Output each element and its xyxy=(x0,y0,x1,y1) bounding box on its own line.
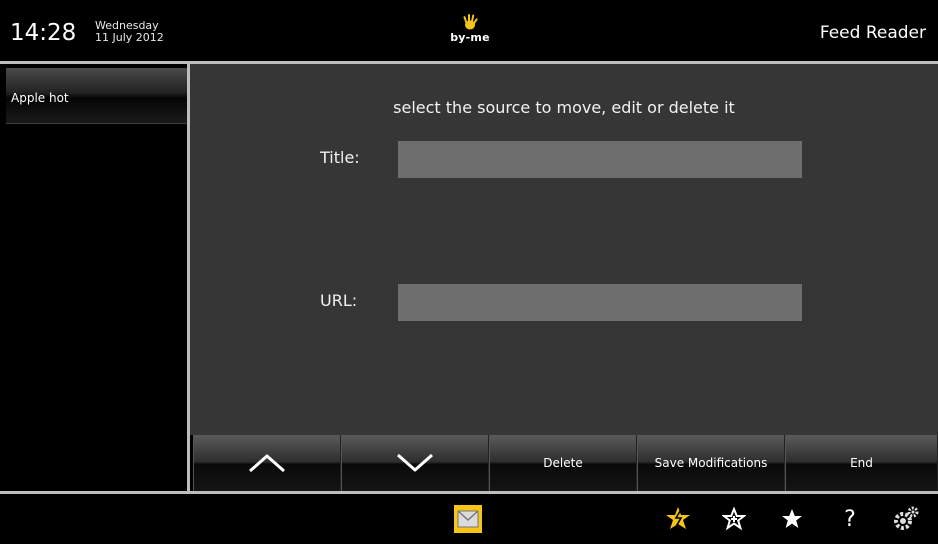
clock-date: Wednesday 11 July 2012 xyxy=(95,20,164,44)
settings-gears-icon[interactable] xyxy=(890,503,922,535)
source-list: Apple hot xyxy=(0,64,190,491)
chevron-up-icon xyxy=(249,454,285,473)
source-item-label: Apple hot xyxy=(11,91,69,105)
url-input[interactable] xyxy=(398,284,802,321)
star-lightning-icon[interactable] xyxy=(662,503,694,535)
clock-time: 14:28 xyxy=(10,20,77,46)
end-button[interactable]: End xyxy=(785,435,938,491)
star-outline-glyph xyxy=(722,507,746,531)
source-list-item[interactable]: Apple hot xyxy=(6,68,187,124)
help-icon[interactable]: ? xyxy=(834,503,866,535)
title-input[interactable] xyxy=(398,141,802,178)
help-glyph: ? xyxy=(844,506,856,532)
title-label: Title: xyxy=(320,148,360,167)
star-outline-icon[interactable] xyxy=(718,503,750,535)
top-bar: 14:28 Wednesday 11 July 2012 by-me Feed … xyxy=(0,0,938,64)
gears-glyph xyxy=(894,506,919,530)
envelope-icon xyxy=(454,505,482,533)
hand-logo-icon xyxy=(463,14,478,30)
action-bar: Delete Save Modifications End xyxy=(193,435,938,491)
move-down-button[interactable] xyxy=(341,435,489,491)
star-filled-icon[interactable] xyxy=(776,503,808,535)
message-icon[interactable] xyxy=(452,503,484,535)
clock-full-date: 11 July 2012 xyxy=(95,31,164,44)
bottom-bar: ? xyxy=(0,491,938,544)
star-lightning-glyph xyxy=(666,507,690,531)
by-me-logo: by-me xyxy=(450,12,490,52)
url-label: URL: xyxy=(320,291,358,310)
star-filled-glyph xyxy=(782,509,802,528)
move-up-button[interactable] xyxy=(193,435,341,491)
edit-panel: select the source to move, edit or delet… xyxy=(190,64,938,435)
delete-button[interactable]: Delete xyxy=(489,435,637,491)
instruction-text: select the source to move, edit or delet… xyxy=(393,98,735,117)
save-modifications-button[interactable]: Save Modifications xyxy=(637,435,785,491)
app-title: Feed Reader xyxy=(819,23,926,43)
chevron-down-icon xyxy=(397,453,433,472)
logo-text: by-me xyxy=(450,31,490,44)
